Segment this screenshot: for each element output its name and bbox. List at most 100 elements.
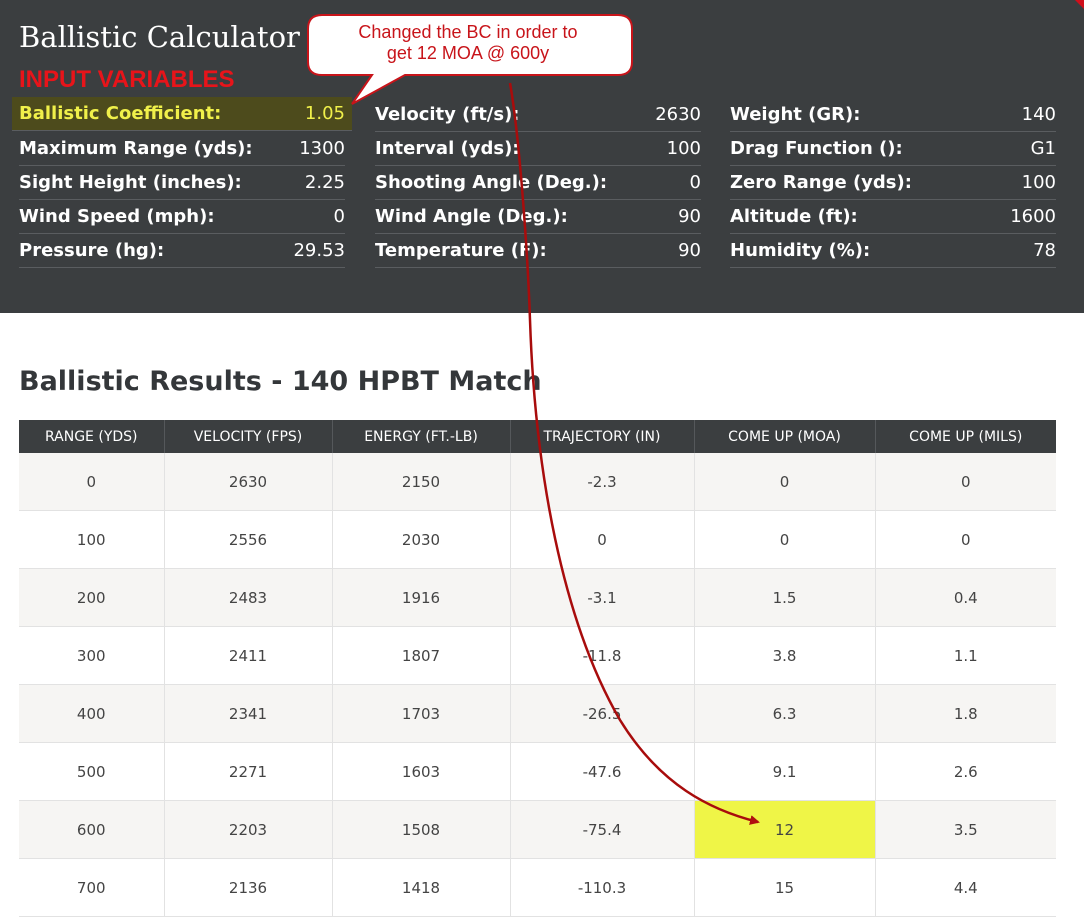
table-cell: 0 <box>19 453 165 511</box>
corner-ribbon <box>1075 0 1084 9</box>
table-cell: 9.1 <box>694 742 876 801</box>
input-temperature[interactable]: Temperature (F): 90 <box>375 234 701 268</box>
table-row: 600 2203 1508 -75.4 12 3.5 <box>19 800 1056 859</box>
input-maximum-range[interactable]: Maximum Range (yds): 1300 <box>19 132 345 166</box>
table-cell: 1.5 <box>694 568 876 627</box>
input-value[interactable]: 90 <box>678 240 701 261</box>
table-cell: 1508 <box>332 800 511 859</box>
input-value[interactable]: 90 <box>678 206 701 227</box>
column-header: RANGE (YDS) <box>19 420 165 453</box>
table-body: 0 2630 2150 -2.3 0 0 100 2556 2030 0 0 0 200 2483 1916… <box>19 453 1056 917</box>
input-label: Zero Range (yds): <box>730 172 912 193</box>
column-header: TRAJECTORY (IN) <box>510 420 695 453</box>
input-value[interactable]: 0 <box>690 172 701 193</box>
table-cell: 0 <box>875 453 1056 511</box>
input-label: Humidity (%): <box>730 240 871 261</box>
table-cell: 600 <box>19 800 165 859</box>
table-row: 700 2136 1418 -110.3 15 4.4 <box>19 858 1056 917</box>
input-value[interactable]: 29.53 <box>293 240 345 261</box>
input-value[interactable]: 1300 <box>299 138 345 159</box>
table-cell: 400 <box>19 684 165 743</box>
column-header: VELOCITY (FPS) <box>164 420 333 453</box>
table-cell: -2.3 <box>510 453 695 511</box>
input-value[interactable]: 100 <box>1022 172 1056 193</box>
table-cell: 700 <box>19 858 165 917</box>
table-row: 300 2411 1807 -11.8 3.8 1.1 <box>19 626 1056 685</box>
results-title: Ballistic Results - 140 HPBT Match <box>19 366 542 397</box>
input-velocity[interactable]: Velocity (ft/s): 2630 <box>375 98 701 132</box>
input-label: Maximum Range (yds): <box>19 138 253 159</box>
table-cell: 2341 <box>164 684 333 743</box>
annotation-line: Changed the BC in order to <box>358 22 578 42</box>
table-cell: 1807 <box>332 626 511 685</box>
table-cell: 1418 <box>332 858 511 917</box>
table-cell: 2556 <box>164 510 333 569</box>
table-cell: 4.4 <box>875 858 1056 917</box>
input-value[interactable]: 2.25 <box>305 172 345 193</box>
input-value[interactable]: 100 <box>667 138 701 159</box>
input-label: Altitude (ft): <box>730 206 858 227</box>
input-label: Shooting Angle (Deg.): <box>375 172 608 193</box>
results-table: RANGE (YDS) VELOCITY (FPS) ENERGY (FT.-LB)… <box>19 420 1056 917</box>
input-label: Wind Speed (mph): <box>19 206 215 227</box>
highlighted-cell: 12 <box>694 800 876 859</box>
table-row: 500 2271 1603 -47.6 9.1 2.6 <box>19 742 1056 801</box>
table-cell: 2630 <box>164 453 333 511</box>
table-cell: 1.1 <box>875 626 1056 685</box>
table-cell: 2030 <box>332 510 511 569</box>
table-cell: 1916 <box>332 568 511 627</box>
input-weight[interactable]: Weight (GR): 140 <box>730 98 1056 132</box>
table-cell: 1703 <box>332 684 511 743</box>
input-zero-range[interactable]: Zero Range (yds): 100 <box>730 166 1056 200</box>
input-value[interactable]: 78 <box>1033 240 1056 261</box>
table-cell: -26.5 <box>510 684 695 743</box>
table-cell: 2136 <box>164 858 333 917</box>
table-cell: 1.8 <box>875 684 1056 743</box>
input-label: Wind Angle (Deg.): <box>375 206 568 227</box>
table-cell: 0 <box>510 510 695 569</box>
table-header-row: RANGE (YDS) VELOCITY (FPS) ENERGY (FT.-LB)… <box>19 420 1056 453</box>
annotation-line: get 12 MOA @ 600y <box>386 43 550 63</box>
input-sight-height[interactable]: Sight Height (inches): 2.25 <box>19 166 345 200</box>
input-value[interactable]: 140 <box>1022 104 1056 125</box>
table-cell: -110.3 <box>510 858 695 917</box>
table-cell: 0 <box>875 510 1056 569</box>
table-cell: 2.6 <box>875 742 1056 801</box>
annotation-text: Changed the BC in order to get 12 MOA @ … <box>316 22 620 64</box>
input-drag-function[interactable]: Drag Function (): G1 <box>730 132 1056 166</box>
table-row: 400 2341 1703 -26.5 6.3 1.8 <box>19 684 1056 743</box>
table-cell: 3.5 <box>875 800 1056 859</box>
input-ballistic-coefficient[interactable]: Ballistic Coefficient: 1.05 <box>12 97 352 131</box>
input-label: Ballistic Coefficient: <box>19 103 222 124</box>
table-cell: 2483 <box>164 568 333 627</box>
input-shooting-angle[interactable]: Shooting Angle (Deg.): 0 <box>375 166 701 200</box>
input-pressure[interactable]: Pressure (hg): 29.53 <box>19 234 345 268</box>
input-value[interactable]: G1 <box>1031 138 1056 159</box>
table-cell: -11.8 <box>510 626 695 685</box>
column-header: COME UP (MILS) <box>875 420 1056 453</box>
input-value[interactable]: 0 <box>334 206 345 227</box>
table-cell: 2150 <box>332 453 511 511</box>
input-variables-label: INPUT VARIABLES <box>19 66 235 93</box>
input-value[interactable]: 1600 <box>1010 206 1056 227</box>
input-label: Weight (GR): <box>730 104 861 125</box>
input-label: Interval (yds): <box>375 138 520 159</box>
input-wind-speed[interactable]: Wind Speed (mph): 0 <box>19 200 345 234</box>
table-cell: 0 <box>694 510 876 569</box>
input-value[interactable]: 1.05 <box>305 103 345 124</box>
input-label: Velocity (ft/s): <box>375 104 520 125</box>
table-cell: -3.1 <box>510 568 695 627</box>
table-cell: 2271 <box>164 742 333 801</box>
input-altitude[interactable]: Altitude (ft): 1600 <box>730 200 1056 234</box>
input-humidity[interactable]: Humidity (%): 78 <box>730 234 1056 268</box>
table-cell: 2411 <box>164 626 333 685</box>
input-interval[interactable]: Interval (yds): 100 <box>375 132 701 166</box>
table-cell: 1603 <box>332 742 511 801</box>
input-label: Temperature (F): <box>375 240 547 261</box>
table-cell: 15 <box>694 858 876 917</box>
input-value[interactable]: 2630 <box>655 104 701 125</box>
input-label: Sight Height (inches): <box>19 172 242 193</box>
table-cell: 0 <box>694 453 876 511</box>
input-wind-angle[interactable]: Wind Angle (Deg.): 90 <box>375 200 701 234</box>
table-cell: -75.4 <box>510 800 695 859</box>
